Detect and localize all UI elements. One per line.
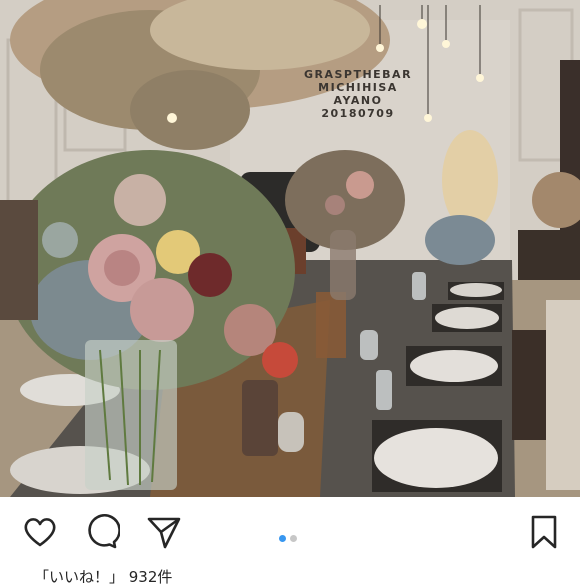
carousel-dot-active [279,535,286,542]
wall-text-line-2: MICHIHISA [318,81,398,94]
carousel-indicator [277,527,299,542]
comment-icon [88,514,121,549]
heart-icon [24,518,56,547]
carousel-dot [290,535,297,542]
paper-plane-icon [147,517,181,549]
wall-text-line-4: 20180709 [321,107,395,120]
likes-count[interactable]: 「いいね！」 932件 [34,566,172,587]
wall-text-line-1: GRASPTHEBAR [303,68,413,81]
bookmark-icon [531,515,557,549]
like-button[interactable] [22,514,58,550]
photo-scene [0,0,580,497]
save-button[interactable] [526,514,562,550]
wall-text-line-3: AYANO [333,94,383,107]
post-photo[interactable]: GRASPTHEBAR MICHIHISA AYANO 20180709 [0,0,580,497]
comment-button[interactable] [84,514,121,550]
share-button[interactable] [146,514,182,550]
wall-lettering: GRASPTHEBAR MICHIHISA AYANO 20180709 [298,68,418,120]
post-action-bar [0,497,580,557]
